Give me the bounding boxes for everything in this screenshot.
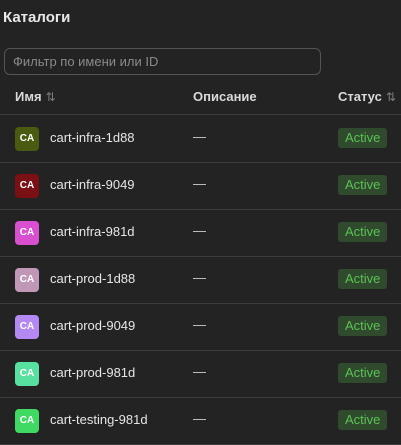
catalog-avatar: CA — [15, 221, 39, 245]
column-header-status-label: Статус — [338, 89, 382, 104]
catalog-name-link[interactable]: cart-infra-9049 — [50, 177, 135, 192]
status-badge: Active — [338, 410, 388, 430]
catalog-name-link[interactable]: cart-prod-9049 — [50, 318, 135, 333]
catalog-name-link[interactable]: cart-infra-981d — [50, 224, 135, 239]
catalog-name-link[interactable]: cart-infra-1d88 — [50, 130, 135, 145]
status-badge: Active — [338, 316, 388, 336]
status-badge: Active — [338, 269, 388, 289]
catalog-avatar: CA — [15, 174, 39, 198]
status-badge: Active — [338, 175, 388, 195]
catalog-description: — — [193, 129, 206, 144]
catalog-name-link[interactable]: cart-prod-981d — [50, 365, 135, 380]
table-row[interactable]: CA cart-infra-1d88 — Active — [0, 115, 401, 163]
table-row[interactable]: CA cart-prod-9049 — Active — [0, 303, 401, 351]
catalog-avatar: CA — [15, 268, 39, 292]
column-header-description-label: Описание — [193, 89, 257, 104]
column-header-name[interactable]: Имя ⇅ — [15, 89, 56, 104]
catalog-name-link[interactable]: cart-prod-1d88 — [50, 271, 135, 286]
table-header: Имя ⇅ Описание Статус ⇅ — [0, 78, 401, 115]
page-title: Каталоги — [3, 9, 71, 26]
catalog-description: — — [193, 176, 206, 191]
sort-arrows-icon[interactable]: ⇅ — [46, 90, 56, 104]
table-row[interactable]: CA cart-prod-981d — Active — [0, 350, 401, 398]
catalog-avatar: CA — [15, 362, 39, 386]
table-row[interactable]: CA cart-prod-1d88 — Active — [0, 256, 401, 304]
catalog-description: — — [193, 411, 206, 426]
column-header-description: Описание — [193, 89, 257, 104]
catalog-description: — — [193, 270, 206, 285]
table-row[interactable]: CA cart-infra-9049 — Active — [0, 162, 401, 210]
table-row[interactable]: CA cart-infra-981d — Active — [0, 209, 401, 257]
catalog-description: — — [193, 223, 206, 238]
catalogs-page: Каталоги Имя ⇅ Описание Статус ⇅ CA cart-in… — [0, 0, 401, 445]
catalog-avatar: CA — [15, 315, 39, 339]
catalog-avatar: CA — [15, 127, 39, 151]
status-badge: Active — [338, 128, 388, 148]
catalog-avatar: CA — [15, 409, 39, 433]
table-row[interactable]: CA cart-testing-981d — Active — [0, 397, 401, 445]
status-badge: Active — [338, 363, 388, 383]
catalog-description: — — [193, 317, 206, 332]
filter-input[interactable] — [4, 48, 321, 75]
catalog-name-link[interactable]: cart-testing-981d — [50, 412, 148, 427]
sort-arrows-icon[interactable]: ⇅ — [386, 90, 396, 104]
catalog-description: — — [193, 364, 206, 379]
status-badge: Active — [338, 222, 388, 242]
column-header-status[interactable]: Статус ⇅ — [338, 89, 396, 104]
column-header-name-label: Имя — [15, 89, 42, 104]
